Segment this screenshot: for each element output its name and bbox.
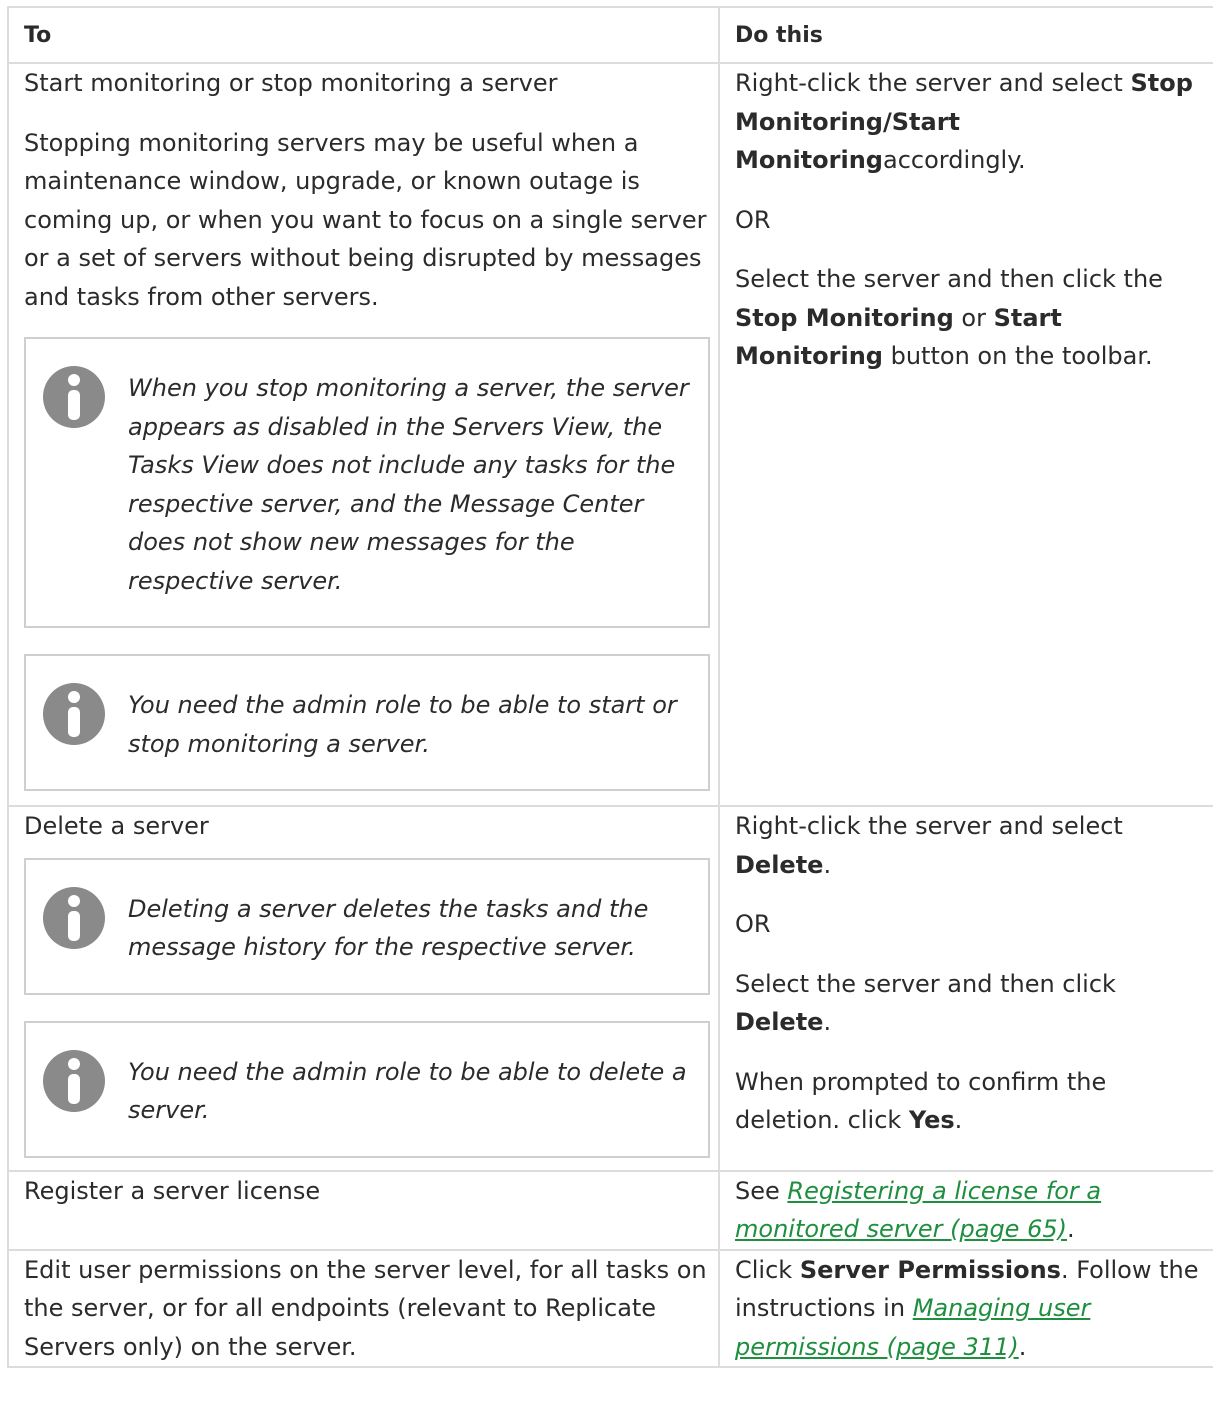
actions-table: To Do this Start monitoring or stop moni… (7, 6, 1213, 1368)
info-icon (43, 1049, 105, 1112)
button-name: Yes (908, 1106, 955, 1134)
instruction-text: . (823, 850, 832, 879)
info-icon (43, 886, 105, 949)
row-title: Start monitoring or stop monitoring a se… (24, 69, 558, 97)
row-title: Edit user permissions on the server leve… (24, 1255, 707, 1361)
note-text: You need the admin role to be able to de… (128, 1057, 687, 1125)
instruction-text: . (1018, 1332, 1027, 1361)
table-row: Delete a server Deleting a server delete… (7, 805, 1213, 1172)
or-label: OR (735, 910, 771, 938)
note-box: You need the admin role to be able to st… (24, 654, 710, 791)
instruction-text: accordingly. (882, 146, 1026, 174)
header-to: To (7, 6, 720, 64)
instruction-text: See (735, 1176, 788, 1205)
instruction-text: Select the server and then click (735, 969, 1116, 998)
to-cell: Delete a server Deleting a server delete… (7, 805, 720, 1172)
instruction-text: . (954, 1106, 963, 1134)
instruction-text: Click (735, 1255, 800, 1284)
info-icon (43, 683, 105, 745)
do-cell: Right-click the server and select Delete… (718, 805, 1213, 1172)
header-row: To Do this (7, 6, 1213, 64)
note-text: You need the admin role to be able to st… (128, 691, 677, 758)
instruction: Select the server and then click Delete. (735, 965, 1205, 1042)
table-row: Start monitoring or stop monitoring a se… (7, 62, 1213, 807)
note-box: Deleting a server deletes the tasks and … (24, 857, 710, 995)
button-name: Server Permissions (799, 1255, 1061, 1284)
to-cell: Register a server license (7, 1169, 720, 1251)
instruction-text: . (1066, 1215, 1075, 1243)
note-box: When you stop monitoring a server, the s… (24, 337, 710, 628)
row-description: Stopping monitoring servers may be usefu… (24, 128, 707, 311)
instruction: When prompted to confirm the deletion. c… (735, 1063, 1205, 1140)
to-cell: Edit user permissions on the server leve… (7, 1248, 720, 1368)
button-name: Delete (735, 1008, 824, 1036)
button-name: Stop Monitoring (735, 303, 954, 332)
note-text: When you stop monitoring a server, the s… (128, 374, 689, 595)
instruction: Click Server Permissions. Follow the ins… (735, 1251, 1205, 1367)
or-label: OR (735, 205, 771, 234)
do-cell: Right-click the server and select Stop M… (718, 62, 1213, 807)
header-do-this: Do this (718, 6, 1213, 64)
instruction-text: Right-click the server and select (735, 812, 1123, 840)
do-cell: See Registering a license for a monitore… (718, 1169, 1213, 1251)
instruction: See Registering a license for a monitore… (735, 1172, 1205, 1249)
instruction: Right-click the server and select Stop M… (735, 64, 1205, 180)
to-cell: Start monitoring or stop monitoring a se… (7, 62, 720, 807)
instruction-text: Select the server and then click the (735, 265, 1163, 293)
instruction-text: Right-click the server and select (735, 69, 1131, 97)
instruction-text: button on the toolbar. (882, 342, 1153, 370)
table-row: Register a server license See Registerin… (7, 1169, 1213, 1251)
register-license-link[interactable]: Registering a license for a monitored se… (735, 1177, 1101, 1244)
table-row: Edit user permissions on the server leve… (7, 1248, 1213, 1368)
instruction: Right-click the server and select Delete… (735, 807, 1205, 884)
do-cell: Click Server Permissions. Follow the ins… (718, 1248, 1213, 1368)
row-title: Delete a server (24, 812, 209, 840)
instruction-text: . (823, 1008, 832, 1036)
note-text: Deleting a server deletes the tasks and … (128, 894, 649, 962)
row-title: Register a server license (24, 1176, 321, 1205)
note-box: You need the admin role to be able to de… (24, 1020, 710, 1158)
info-icon (43, 366, 105, 428)
instruction-text: or (953, 303, 994, 332)
instruction: Select the server and then click the Sto… (735, 260, 1205, 376)
menu-command: Delete (735, 850, 824, 879)
